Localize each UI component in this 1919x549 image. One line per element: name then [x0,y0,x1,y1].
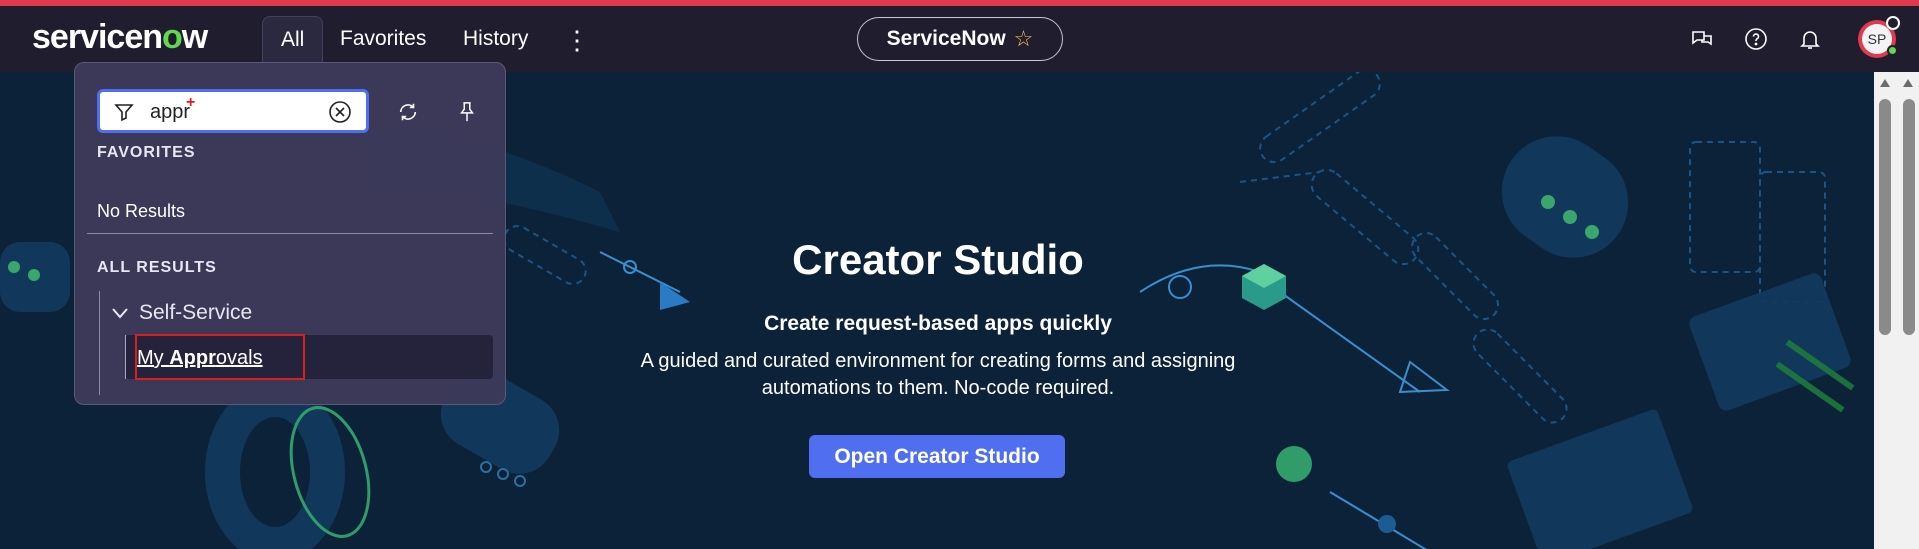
cursor-marker: + [186,94,196,111]
result-guide-line [125,335,126,379]
tab-all[interactable]: All [262,16,324,62]
scroll-up-arrow-icon-secondary[interactable] [1898,76,1918,90]
bell-icon[interactable] [1795,24,1825,54]
scrollbar-thumb[interactable] [1879,99,1891,335]
menu-divider [87,233,493,234]
user-avatar[interactable]: SP [1858,16,1900,58]
chevron-down-icon [112,308,128,319]
group-self-service[interactable]: Self-Service [111,299,252,327]
chat-icon[interactable] [1687,24,1717,54]
tree-guide-line [99,291,100,395]
tab-history-label: History [463,27,529,50]
more-menu-icon[interactable]: ⋮ [564,24,590,56]
favorite-star-icon[interactable]: ☆ [1014,26,1034,52]
logo-text-o: o [162,17,183,56]
all-menu-panel: + FAVORITES No Results ALL RESULTS Self-… [74,62,506,405]
group-self-service-label: Self-Service [139,301,253,324]
pin-icon[interactable] [452,97,482,127]
tab-history[interactable]: History [445,16,546,62]
hero-title: Creator Studio [792,236,1084,283]
filter-icon [114,104,134,122]
favorites-section-header: FAVORITES [97,144,196,161]
hero-description: A guided and curated environment for cre… [640,350,1236,399]
clear-search-icon[interactable] [328,100,352,124]
tab-all-label: All [281,27,305,51]
instance-name-label: ServiceNow [886,27,1006,50]
tab-favorites-label: Favorites [340,27,427,50]
online-status-dot [1887,45,1898,56]
menu-search-input[interactable] [150,98,320,126]
refresh-icon[interactable] [393,97,423,127]
servicenow-logo[interactable]: servicen o w [32,17,208,56]
annotation-highlight-box [135,334,305,380]
favorites-no-results: No Results [97,201,186,221]
instance-name-button[interactable]: ServiceNow ☆ [857,17,1063,61]
all-results-section-header: ALL RESULTS [97,259,217,276]
logo-text-start: servicen [32,17,163,56]
menu-search-box[interactable]: + [97,89,369,133]
tab-favorites[interactable]: Favorites [322,16,444,62]
scroll-up-arrow-icon[interactable] [1874,76,1896,90]
logo-text-end: w [181,17,208,56]
avatar-status-badge [1886,16,1900,30]
hero-subtitle: Create request-based apps quickly [764,312,1112,335]
open-creator-studio-button[interactable]: Open Creator Studio [809,435,1065,478]
scrollbar-thumb-secondary[interactable] [1903,99,1915,335]
help-icon[interactable] [1741,24,1771,54]
